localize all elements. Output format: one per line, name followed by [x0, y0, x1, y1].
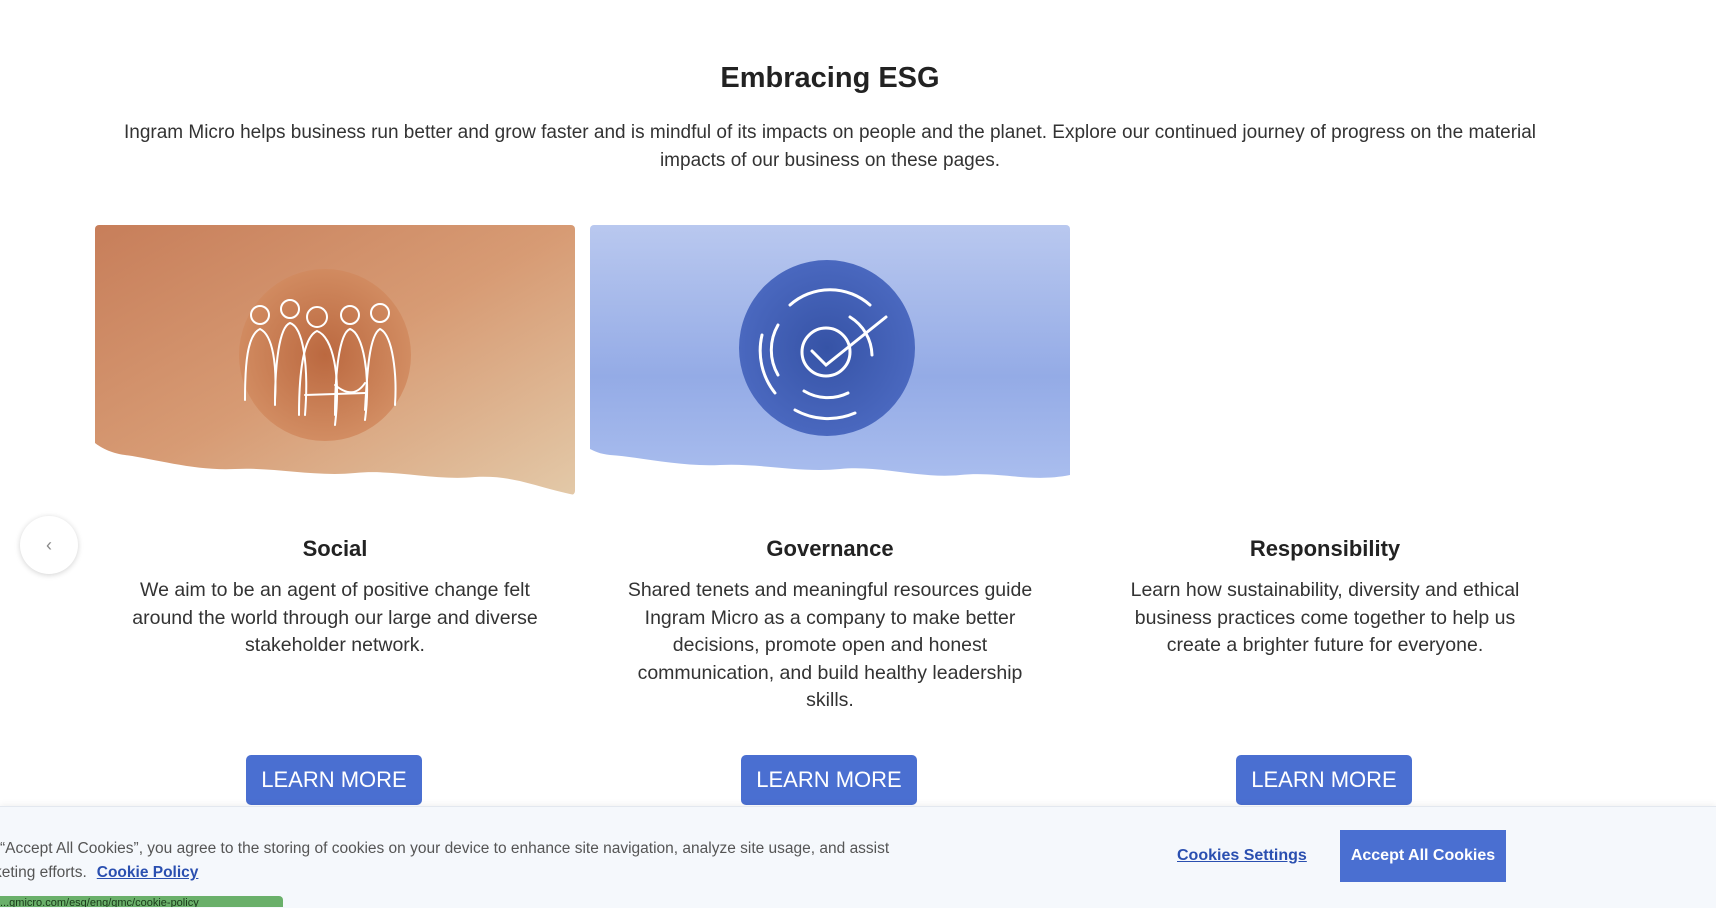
responsibility-card-description: Learn how sustainability, diversity and … — [1130, 579, 1520, 656]
social-card-description: We aim to be an agent of positive change… — [132, 579, 538, 656]
carousel-prev-button[interactable]: ‹ — [20, 516, 78, 574]
cookies-settings-button[interactable]: Cookies Settings — [1177, 847, 1307, 865]
social-card-image — [95, 225, 575, 495]
responsibility-learn-more-button[interactable]: LEARN MORE — [1236, 755, 1412, 805]
target-check-icon — [590, 225, 1070, 478]
governance-learn-more-button[interactable]: LEARN MORE — [741, 755, 917, 805]
governance-card-title: Governance — [766, 536, 894, 561]
governance-card-description: Shared tenets and meaningful resources g… — [627, 579, 1033, 711]
responsibility-card-image — [1085, 225, 1565, 495]
cookie-banner: “Accept All Cookies”, you agree to the s… — [0, 806, 1716, 908]
cookie-text-line1: “Accept All Cookies”, you agree to the s… — [0, 840, 890, 857]
section-title: Embracing ESG — [720, 62, 940, 94]
section-intro: Ingram Micro helps business run better a… — [123, 122, 1537, 171]
cookie-text-line2: keting efforts. Cookie Policy — [0, 861, 198, 885]
social-card-title: Social — [302, 536, 368, 561]
social-learn-more-button[interactable]: LEARN MORE — [246, 755, 422, 805]
cookie-text-line2-content: keting efforts. — [0, 864, 87, 881]
status-bar-url: ...gmicro.com/esg/eng/gmc/cookie-policy — [0, 896, 283, 907]
cookie-policy-link[interactable]: Cookie Policy — [97, 864, 199, 881]
accept-all-cookies-button[interactable]: Accept All Cookies — [1340, 830, 1506, 882]
people-group-icon — [95, 225, 575, 495]
governance-card-image — [590, 225, 1070, 495]
chevron-left-icon: ‹ — [46, 534, 52, 555]
responsibility-card-title: Responsibility — [1249, 536, 1401, 561]
